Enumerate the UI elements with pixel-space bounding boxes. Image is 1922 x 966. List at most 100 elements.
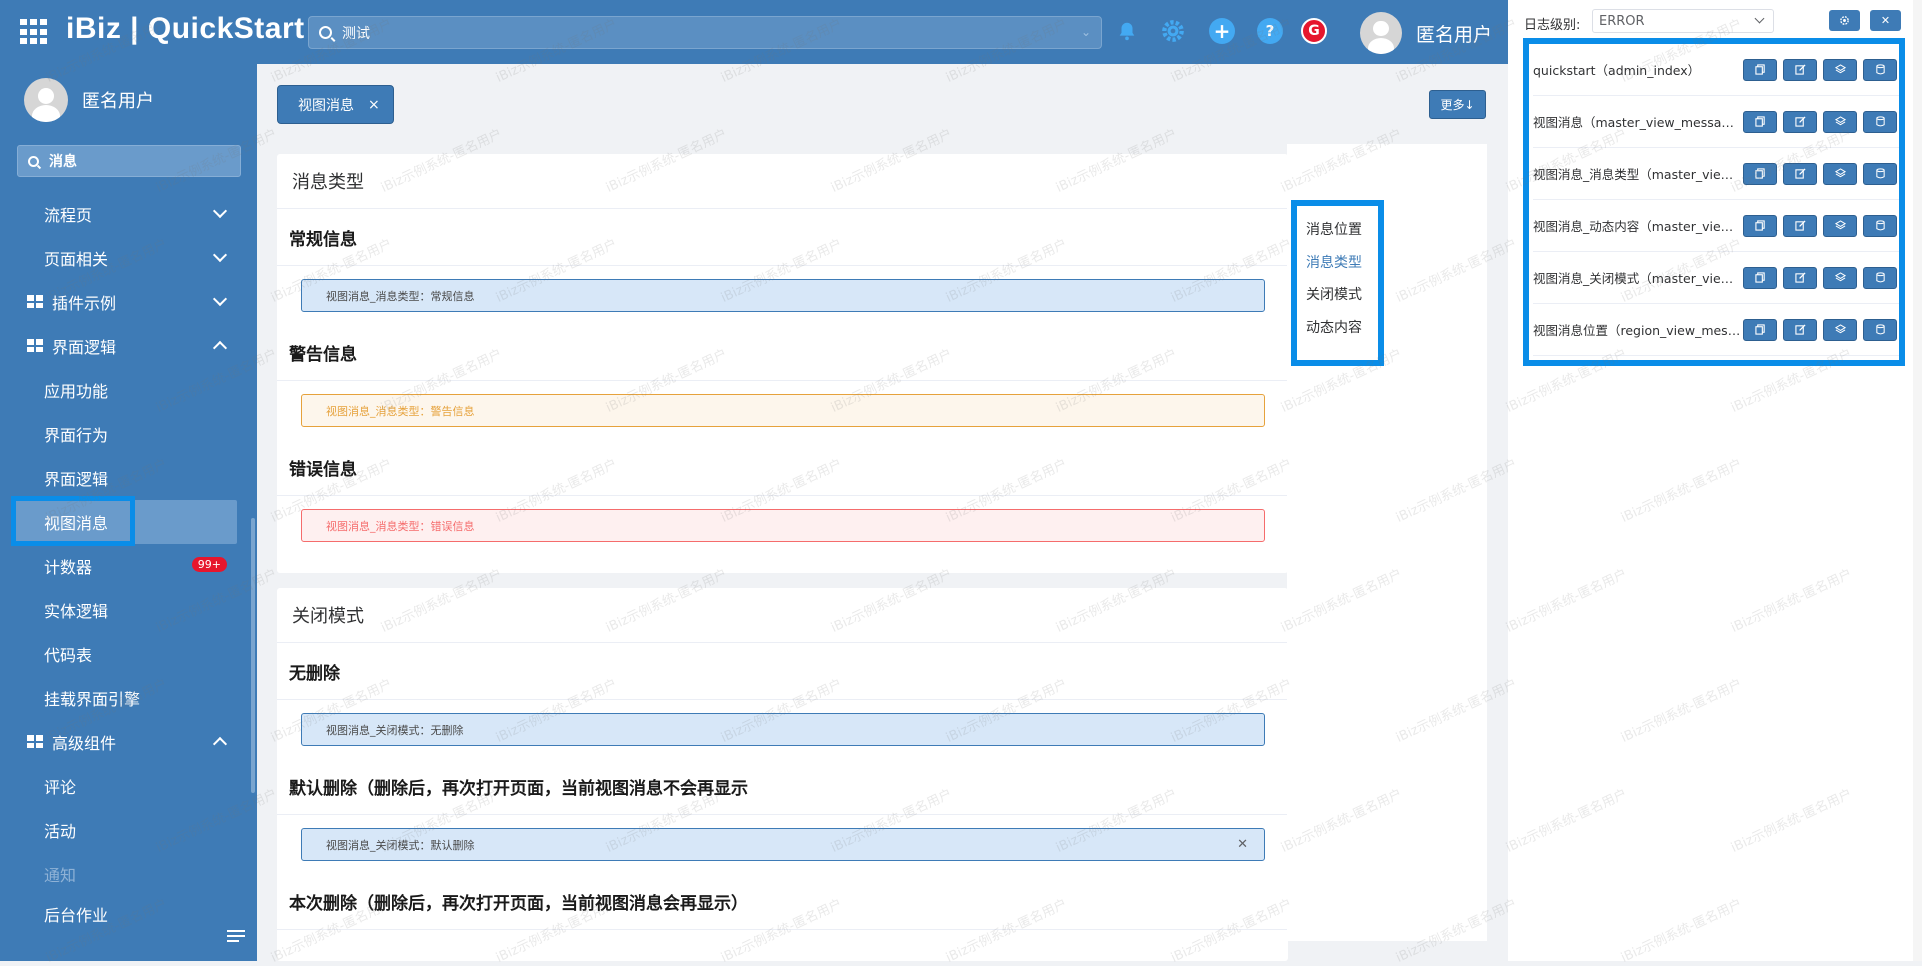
sidebar-item-view-message[interactable]: 视图消息 bbox=[11, 496, 237, 546]
gear-icon bbox=[1840, 16, 1849, 25]
menu-search-input[interactable]: 消息 bbox=[17, 145, 241, 177]
card-title: 关闭模式 bbox=[277, 588, 1288, 643]
grid-icon bbox=[27, 735, 43, 748]
close-icon[interactable]: ✕ bbox=[1237, 837, 1248, 852]
copy-icon[interactable] bbox=[1743, 214, 1777, 237]
edit-icon[interactable] bbox=[1783, 58, 1817, 81]
sidebar-user[interactable]: 匿名用户 bbox=[24, 78, 154, 122]
close-panel-button[interactable]: ✕ bbox=[1870, 10, 1901, 31]
settings-button[interactable] bbox=[1829, 10, 1860, 31]
info-message: 视图消息_关闭模式：默认删除 ✕ bbox=[301, 828, 1265, 861]
anchor-link[interactable]: 消息位置 bbox=[1306, 219, 1378, 252]
grid-icon bbox=[27, 295, 43, 308]
edit-icon[interactable] bbox=[1783, 266, 1817, 289]
sidebar-item-label: 界面行为 bbox=[44, 426, 109, 445]
app-grid-icon[interactable] bbox=[20, 19, 48, 45]
sidebar-item-ui-logic[interactable]: 界面逻辑 bbox=[0, 456, 257, 500]
sidebar-item-app-function[interactable]: 应用功能 bbox=[0, 368, 257, 412]
g-logo-icon[interactable]: G bbox=[1301, 18, 1327, 44]
gear-icon[interactable] bbox=[1160, 18, 1186, 44]
database-icon[interactable] bbox=[1863, 162, 1897, 185]
collapse-menu-icon[interactable] bbox=[227, 930, 245, 944]
sidebar-item-label: 评论 bbox=[44, 778, 77, 797]
database-icon[interactable] bbox=[1863, 110, 1897, 133]
sidebar-item-activity[interactable]: 活动 bbox=[0, 808, 257, 852]
sidebar-group-ui-logic[interactable]: 界面逻辑 bbox=[0, 324, 257, 368]
sidebar-scrollbar[interactable] bbox=[251, 518, 255, 793]
plus-icon[interactable]: + bbox=[1209, 18, 1235, 44]
copy-icon[interactable] bbox=[1743, 58, 1777, 81]
copy-icon[interactable] bbox=[1743, 110, 1777, 133]
database-icon[interactable] bbox=[1863, 318, 1897, 341]
panel-scrollbar[interactable] bbox=[1913, 0, 1922, 961]
error-message: 视图消息_消息类型：错误信息 bbox=[301, 509, 1265, 542]
sidebar-item-label: 实体逻辑 bbox=[44, 602, 109, 621]
info-message: 视图消息_关闭模式：无删除 bbox=[301, 713, 1265, 746]
sidebar-item-label: 页面相关 bbox=[44, 250, 109, 269]
layers-icon[interactable] bbox=[1823, 110, 1857, 133]
edit-icon[interactable] bbox=[1783, 162, 1817, 185]
edit-icon[interactable] bbox=[1783, 214, 1817, 237]
anchor-link[interactable]: 关闭模式 bbox=[1306, 284, 1378, 317]
help-icon[interactable]: ? bbox=[1257, 18, 1283, 44]
list-item: 视图消息_关闭模式（master_view_message_close） bbox=[1533, 252, 1899, 304]
sidebar-item-background-job[interactable]: 后台作业 bbox=[0, 896, 257, 924]
view-name: 视图消息_动态内容（master_view_message_dynamic） bbox=[1533, 219, 1741, 234]
log-level-select[interactable]: ERROR bbox=[1592, 9, 1774, 33]
sidebar-group-advanced[interactable]: 高级组件 bbox=[0, 720, 257, 764]
list-item: 视图消息（master_view_message） bbox=[1533, 96, 1899, 148]
chevron-down-icon bbox=[212, 247, 228, 263]
list-item: 视图消息_消息类型（master_view_message_type） bbox=[1533, 148, 1899, 200]
sidebar-item-label: 通知 bbox=[44, 866, 77, 885]
view-name: 视图消息（master_view_message） bbox=[1533, 115, 1741, 130]
section-heading: 常规信息 bbox=[277, 209, 1288, 266]
layers-icon[interactable] bbox=[1823, 266, 1857, 289]
close-icon[interactable]: × bbox=[368, 97, 380, 113]
sidebar-item-entity-logic[interactable]: 实体逻辑 bbox=[0, 588, 257, 632]
sidebar-item-ui-action[interactable]: 界面行为 bbox=[0, 412, 257, 456]
layers-icon[interactable] bbox=[1823, 58, 1857, 81]
info-message: 视图消息_消息类型：常规信息 bbox=[301, 279, 1265, 312]
view-name: 视图消息_关闭模式（master_view_message_close） bbox=[1533, 271, 1741, 286]
copy-icon[interactable] bbox=[1743, 318, 1777, 341]
edit-icon[interactable] bbox=[1783, 318, 1817, 341]
copy-icon[interactable] bbox=[1743, 266, 1777, 289]
bell-icon[interactable] bbox=[1114, 18, 1140, 44]
anchor-link[interactable]: 动态内容 bbox=[1306, 317, 1378, 350]
database-icon[interactable] bbox=[1863, 266, 1897, 289]
warning-message: 视图消息_消息类型：警告信息 bbox=[301, 394, 1265, 427]
sidebar-item-code-table[interactable]: 代码表 bbox=[0, 632, 257, 676]
anchor-link-active[interactable]: 消息类型 bbox=[1306, 252, 1378, 285]
top-bar: iBiz | QuickStart 测试 ⌄ + ? G 匿名用户 bbox=[0, 0, 1508, 64]
search-value: 测试 bbox=[342, 25, 370, 42]
sidebar-item-label: 计数器 bbox=[44, 558, 93, 577]
card-title: 消息类型 bbox=[277, 154, 1288, 209]
database-icon[interactable] bbox=[1863, 58, 1897, 81]
sidebar-menu: 流程页 页面相关 插件示例 界面逻辑 应用功能 界面行为 界面逻辑 视图消息 计… bbox=[0, 192, 257, 924]
layers-icon[interactable] bbox=[1823, 214, 1857, 237]
edit-icon[interactable] bbox=[1783, 110, 1817, 133]
chevron-down-icon bbox=[212, 203, 228, 219]
global-search-input[interactable]: 测试 ⌄ bbox=[308, 16, 1102, 49]
sidebar-group-plugin-examples[interactable]: 插件示例 bbox=[0, 280, 257, 324]
sidebar-item-counter[interactable]: 计数器 99+ bbox=[0, 544, 257, 588]
layers-icon[interactable] bbox=[1823, 318, 1857, 341]
sidebar-item-page-related[interactable]: 页面相关 bbox=[0, 236, 257, 280]
more-button[interactable]: 更多↓ bbox=[1429, 90, 1486, 119]
section-heading: 错误信息 bbox=[277, 439, 1288, 496]
user-menu[interactable]: 匿名用户 bbox=[1360, 12, 1492, 54]
close-mode-card: 关闭模式 无删除 视图消息_关闭模式：无删除 默认删除（删除后，再次打开页面，当… bbox=[277, 588, 1288, 961]
tab-view-message[interactable]: 视图消息 × bbox=[277, 85, 394, 124]
database-icon[interactable] bbox=[1863, 214, 1897, 237]
avatar bbox=[24, 78, 68, 122]
layers-icon[interactable] bbox=[1823, 162, 1857, 185]
sidebar-item-flow-page[interactable]: 流程页 bbox=[0, 192, 257, 236]
sidebar-item-comment[interactable]: 评论 bbox=[0, 764, 257, 808]
chevron-down-icon bbox=[1754, 13, 1765, 24]
sidebar-item-label: 高级组件 bbox=[52, 734, 117, 753]
sidebar-item-label: 界面逻辑 bbox=[52, 338, 117, 357]
sidebar-item-notify[interactable]: 通知 bbox=[0, 852, 257, 896]
sidebar-item-mount-engine[interactable]: 挂载界面引擎 bbox=[0, 676, 257, 720]
sidebar: 匿名用户 消息 流程页 页面相关 插件示例 界面逻辑 应用功能 界面行为 界面逻… bbox=[0, 64, 257, 961]
copy-icon[interactable] bbox=[1743, 162, 1777, 185]
